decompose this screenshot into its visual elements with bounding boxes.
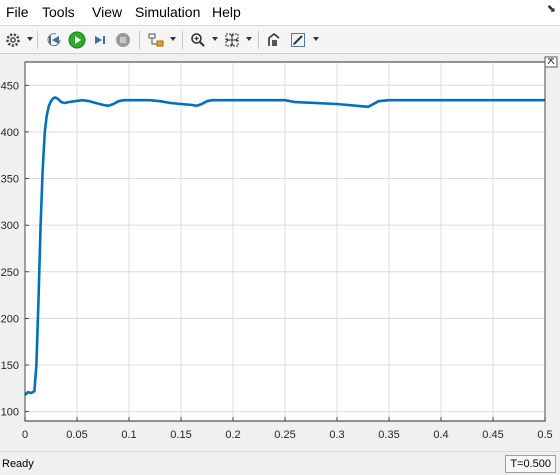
plot-area[interactable]: 0 0.05 0.1 0.15 0.2 0.25 0.3 0.35 0.4 0.45 0.5 100 1… <box>0 54 560 451</box>
x-tick-label: 0.05 <box>66 429 87 441</box>
status-bar: Ready T=0.500 <box>0 451 560 475</box>
fit-to-view-icon[interactable] <box>222 30 242 50</box>
stop-icon[interactable] <box>113 30 133 50</box>
style-dropdown-icon[interactable] <box>313 37 319 41</box>
signal-selector-dropdown-icon[interactable] <box>170 37 176 41</box>
signal-selector-icon[interactable] <box>146 30 166 50</box>
x-tick-label: 0.25 <box>274 429 295 441</box>
y-tick-label: 250 <box>1 267 19 279</box>
highlight-block-icon[interactable] <box>264 30 284 50</box>
y-tick-label: 150 <box>1 360 19 372</box>
menu-file[interactable]: File <box>6 4 29 20</box>
toolbar-separator <box>182 31 183 49</box>
x-tick-label: 0.45 <box>482 429 503 441</box>
toolbar-separator <box>258 31 259 49</box>
x-tick-label: 0.35 <box>378 429 399 441</box>
scope-chart[interactable]: 0 0.05 0.1 0.15 0.2 0.25 0.3 0.35 0.4 0.45 0.5 100 1… <box>0 54 560 451</box>
y-tick-label: 450 <box>1 80 19 92</box>
y-tick-label: 300 <box>1 220 19 232</box>
style-icon[interactable] <box>288 30 308 50</box>
run-icon[interactable] <box>67 30 87 50</box>
x-tick-label: 0.4 <box>433 429 448 441</box>
menu-tools[interactable]: Tools <box>42 4 75 20</box>
menu-help[interactable]: Help <box>212 4 241 20</box>
x-tick-label: 0.3 <box>329 429 344 441</box>
toolbar-separator <box>139 31 140 49</box>
scope-window: File Tools View Simulation Help ⬊ 0 0.05… <box>0 0 560 475</box>
status-text: Ready <box>2 458 34 470</box>
undock-icon[interactable]: ⬊ <box>547 2 556 15</box>
gear-icon[interactable] <box>3 30 23 50</box>
step-forward-icon[interactable] <box>90 30 110 50</box>
x-tick-label: 0.5 <box>537 429 552 441</box>
toolbar <box>0 25 560 54</box>
zoom-icon[interactable] <box>188 30 208 50</box>
x-tick-label: 0.15 <box>170 429 191 441</box>
x-tick-label: 0.1 <box>121 429 136 441</box>
fit-dropdown-icon[interactable] <box>246 37 252 41</box>
step-back-icon[interactable] <box>44 30 64 50</box>
x-tick-label: 0 <box>22 429 28 441</box>
y-tick-label: 200 <box>1 313 19 325</box>
x-tick-label: 0.2 <box>225 429 240 441</box>
simulation-time: T=0.500 <box>505 455 556 473</box>
zoom-dropdown-icon[interactable] <box>212 37 218 41</box>
menu-simulation[interactable]: Simulation <box>135 4 200 20</box>
y-tick-label: 350 <box>1 174 19 186</box>
menu-bar: File Tools View Simulation Help ⬊ <box>0 0 560 25</box>
y-tick-label: 100 <box>1 407 19 419</box>
gear-dropdown-icon[interactable] <box>27 37 33 41</box>
y-tick-label: 400 <box>1 127 19 139</box>
menu-view[interactable]: View <box>92 4 122 20</box>
toolbar-separator <box>37 31 38 49</box>
